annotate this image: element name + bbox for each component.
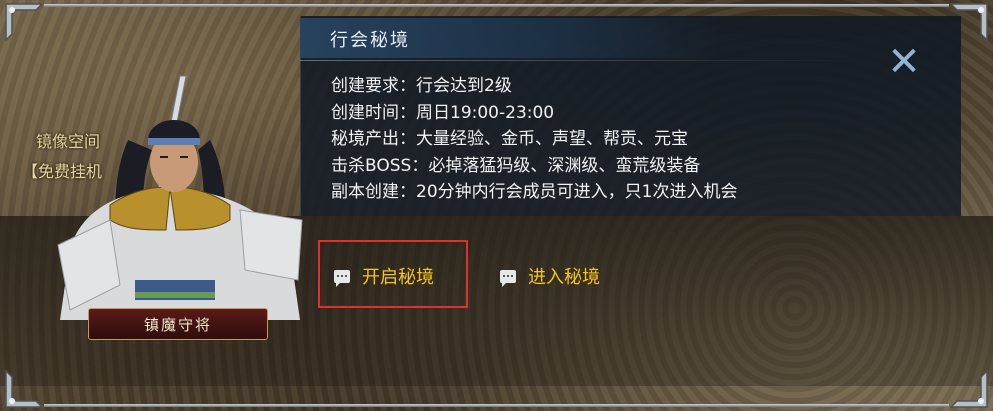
frame-bottom [44,404,949,407]
frame-top [44,4,949,7]
enter-secret-realm-label: 进入秘境 [528,267,600,288]
close-icon[interactable]: ✕ [886,42,922,82]
dialog-info: 创建要求：行会达到2级 创建时间：周日19:00-23:00 秘境产出：大量经验… [331,73,737,206]
info-row-requirement: 创建要求：行会达到2级 [331,76,512,96]
npc-portrait [40,70,310,340]
open-secret-realm-button[interactable]: 开启秘境 [334,262,434,290]
npc-name: 镇魔守将 [143,315,212,334]
corner-ornament-icon [2,0,46,44]
info-row-output: 秘境产出：大量经验、金币、声望、帮贡、元宝 [331,129,688,149]
info-row-time: 创建时间：周日19:00-23:00 [331,102,555,123]
info-row-instance: 副本创建：20分钟内行会成员可进入，只1次进入机会 [331,182,738,202]
enter-secret-realm-button[interactable]: 进入秘境 [500,262,600,290]
open-secret-realm-label: 开启秘境 [362,267,434,288]
npc-name-plate: 镇魔守将 [88,308,268,340]
corner-ornament-icon [2,367,46,411]
chat-bubble-icon [334,269,350,287]
corner-ornament-icon [947,0,991,44]
corner-ornament-icon [947,367,991,411]
title-separator [300,60,860,61]
chat-bubble-icon [500,269,516,287]
dialog-title: 行会秘境 [330,30,410,51]
info-row-boss: 击杀BOSS：必掉落猛犸级、深渊级、蛮荒级装备 [331,155,701,176]
